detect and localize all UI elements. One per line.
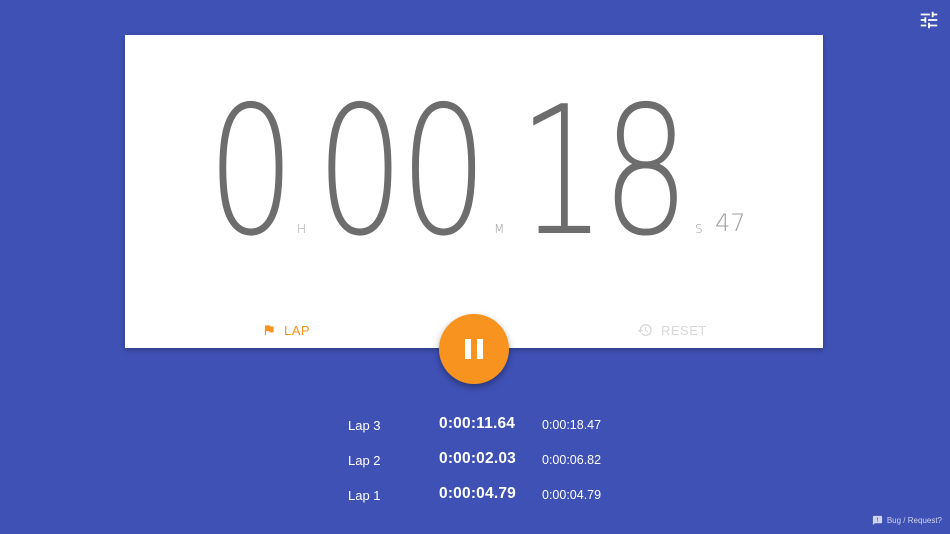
lap-total-time: 0:00:04.79: [542, 488, 602, 502]
feedback-label: Bug / Request?: [886, 516, 942, 525]
feedback-link[interactable]: Bug / Request?: [872, 515, 942, 526]
minutes-value: 00: [316, 68, 488, 275]
tune-icon: [920, 11, 938, 29]
history-icon: [637, 324, 652, 336]
lap-name: Lap 1: [348, 488, 381, 503]
reset-button-label: RESET: [661, 322, 707, 338]
reset-button[interactable]: RESET: [637, 319, 707, 341]
list-item: Lap 2 0:00:02.03 0:00:06.82: [348, 450, 648, 485]
list-item: Lap 1 0:00:04.79 0:00:04.79: [348, 485, 648, 520]
feedback-icon: [872, 515, 882, 526]
flag-icon: [264, 325, 274, 336]
pause-icon: [462, 339, 486, 359]
stopwatch-card: 0 H 00 M 18 S 47 LAP RESET: [125, 35, 823, 348]
lap-list: Lap 3 0:00:11.64 0:00:18.47 Lap 2 0:00:0…: [348, 415, 648, 520]
centiseconds-value: 47: [715, 209, 746, 237]
lap-name: Lap 3: [348, 418, 381, 433]
seconds-unit: S: [695, 222, 704, 236]
lap-button[interactable]: LAP: [262, 319, 310, 341]
lap-total-time: 0:00:06.82: [542, 453, 602, 467]
seconds-value: 18: [518, 68, 690, 275]
minutes-unit: M: [494, 222, 506, 236]
settings-button[interactable]: [918, 9, 940, 31]
hours-unit: H: [297, 222, 308, 236]
hours-value: 0: [207, 68, 295, 275]
pause-button[interactable]: [439, 314, 509, 384]
lap-split-time: 0:00:02.03: [439, 450, 516, 467]
lap-split-time: 0:00:04.79: [439, 485, 516, 502]
time-display: 0 H 00 M 18 S 47: [125, 35, 823, 295]
lap-button-label: LAP: [284, 322, 311, 338]
lap-split-time: 0:00:11.64: [439, 415, 516, 432]
list-item: Lap 3 0:00:11.64 0:00:18.47: [348, 415, 648, 450]
lap-name: Lap 2: [348, 453, 381, 468]
lap-total-time: 0:00:18.47: [542, 418, 602, 432]
